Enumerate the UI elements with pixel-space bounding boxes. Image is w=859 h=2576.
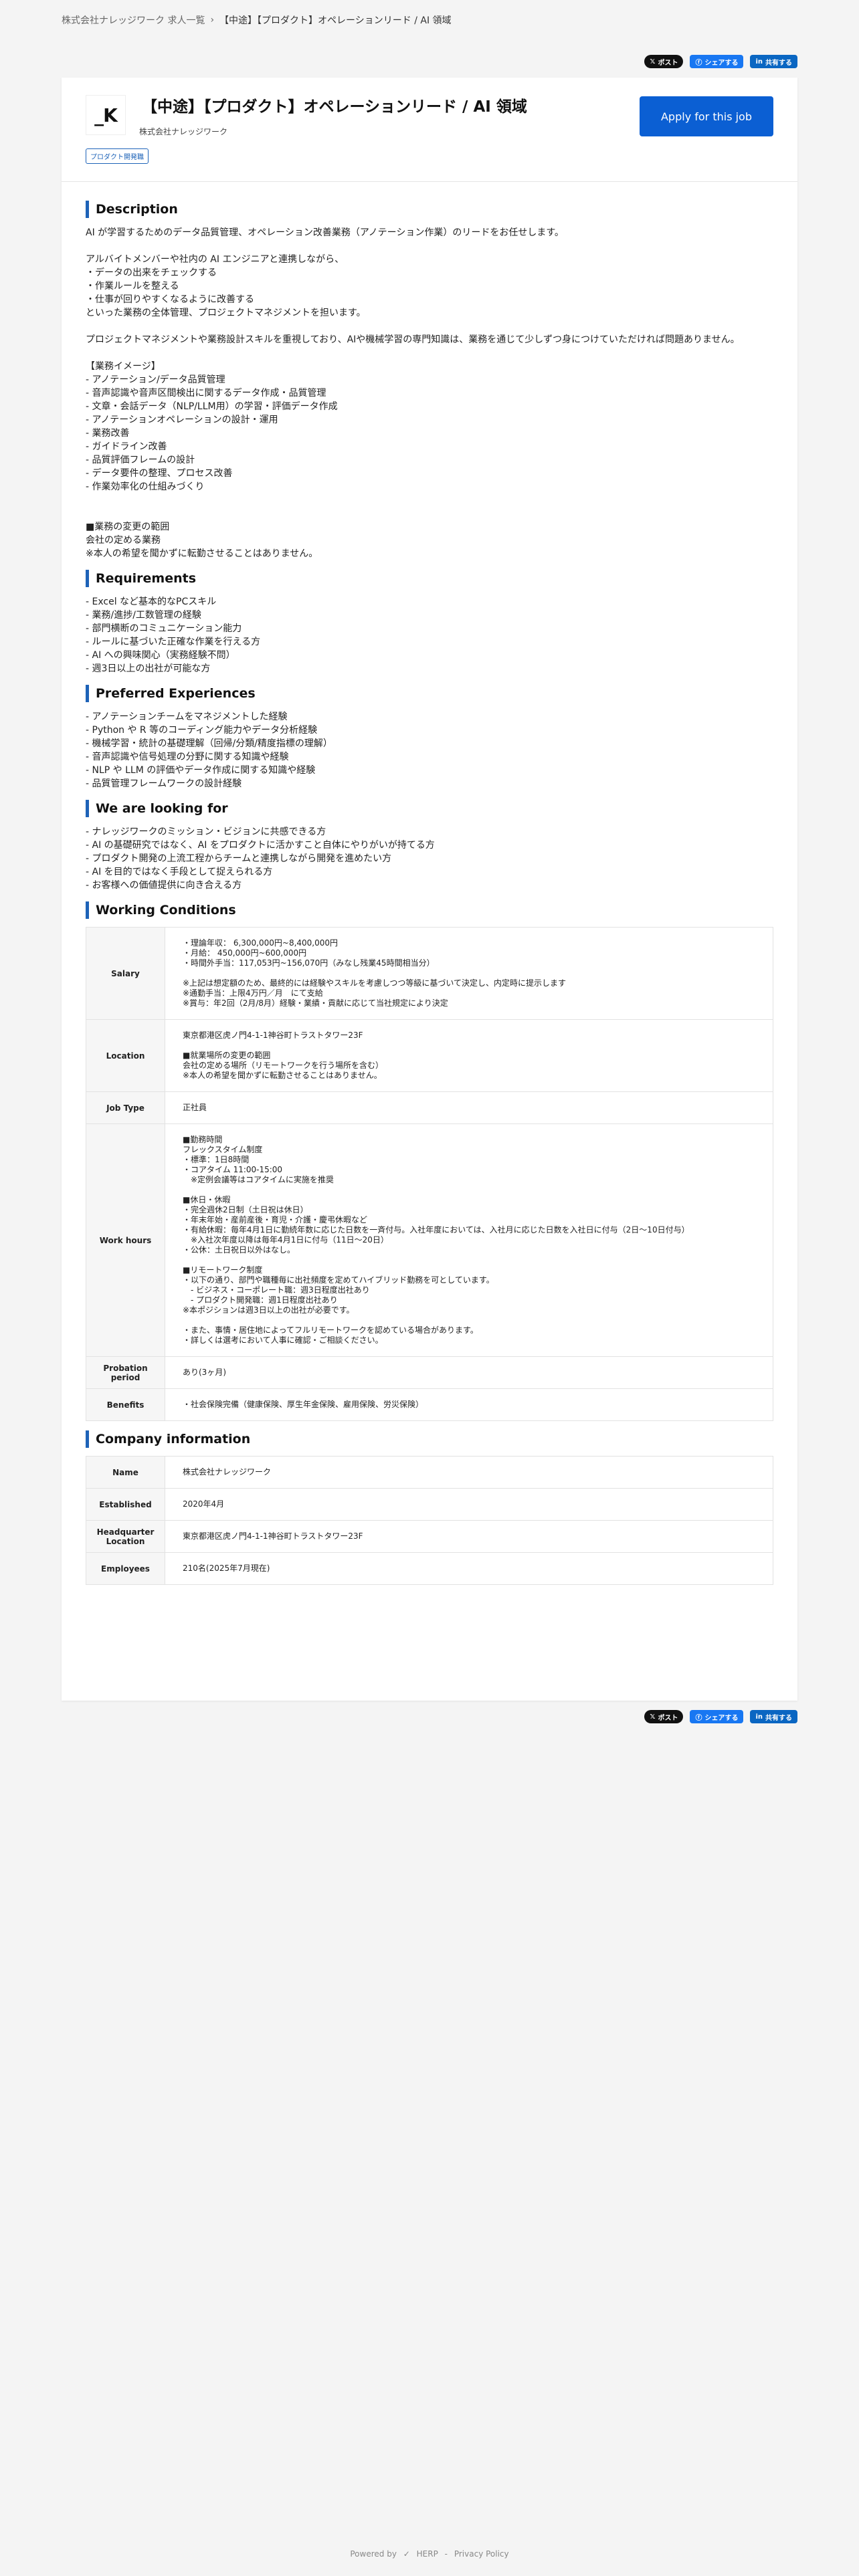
facebook-logo-icon: ⓕ xyxy=(695,59,702,67)
table-row-value: 210名(2025年7月現在) xyxy=(165,1552,773,1585)
company-name: 株式会社ナレッジワーク xyxy=(139,127,228,136)
table-row-label: Name xyxy=(86,1456,165,1489)
job-category-tag[interactable]: プロダクト開発職 xyxy=(86,148,149,164)
preferred-heading: Preferred Experiences xyxy=(86,685,773,702)
table-row-label: Benefits xyxy=(86,1388,165,1421)
linkedin-logo-icon: in xyxy=(755,58,763,66)
description-heading: Description xyxy=(86,201,773,218)
table-row-value: あり(3ヶ月) xyxy=(165,1356,773,1389)
working-conditions-heading: Working Conditions xyxy=(86,901,773,919)
table-row-value: 東京都港区虎ノ門4-1-1神谷町トラストタワー23F xyxy=(165,1520,773,1553)
privacy-policy-link[interactable]: Privacy Policy xyxy=(454,2549,509,2559)
table-row: Location 東京都港区虎ノ門4-1-1神谷町トラストタワー23F ■就業場… xyxy=(86,1019,773,1092)
table-row-label: Location xyxy=(86,1019,165,1092)
facebook-logo-icon: ⓕ xyxy=(695,1714,702,1722)
table-row-value: ・社会保険完備（健康保険、厚生年金保険、雇用保険、労災保険） xyxy=(165,1388,773,1421)
requirements-heading: Requirements xyxy=(86,570,773,587)
table-row: Name 株式会社ナレッジワーク xyxy=(86,1456,773,1489)
job-card: _K 【中途】【プロダクト】オペレーションリード / AI 領域 株式会社ナレッ… xyxy=(62,78,797,1701)
footer-separator: - xyxy=(444,2549,448,2559)
job-body: Description AI が学習するためのデータ品質管理、オペレーション改善… xyxy=(62,182,797,1585)
apply-button[interactable]: Apply for this job xyxy=(640,96,773,136)
herp-logo-icon: ✓ xyxy=(403,2549,410,2559)
table-row-label: Work hours xyxy=(86,1123,165,1357)
company-info-table: Name 株式会社ナレッジワーク Established 2020年4月 Hea… xyxy=(86,1456,773,1585)
description-text: AI が学習するためのデータ品質管理、オペレーション改善業務（アノテーション作業… xyxy=(86,227,740,559)
company-info-heading: Company information xyxy=(86,1430,773,1448)
facebook-share-label: シェアする xyxy=(704,1714,739,1722)
table-row-label: Headquarter Location xyxy=(86,1520,165,1553)
powered-by-text: Powered by xyxy=(350,2549,397,2559)
table-row-value: ■勤務時間 フレックスタイム制度 ・標準：1日8時間 ・コアタイム 11:00-… xyxy=(165,1123,773,1357)
linkedin-share-label: 共有する xyxy=(765,59,792,67)
table-row-value: 株式会社ナレッジワーク xyxy=(165,1456,773,1489)
x-logo-icon: 𝕏 xyxy=(650,58,656,66)
table-row: Job Type 正社員 xyxy=(86,1091,773,1124)
table-row-label: Established xyxy=(86,1488,165,1521)
linkedin-share-button[interactable]: in 共有する xyxy=(750,1710,797,1723)
table-row: Probation period あり(3ヶ月) xyxy=(86,1356,773,1389)
table-row-label: Salary xyxy=(86,927,165,1020)
share-bar-bottom: 𝕏 ポスト ⓕ シェアする in 共有する xyxy=(644,1710,797,1723)
page-footer: Powered by ✓ HERP - Privacy Policy xyxy=(0,2549,859,2559)
x-post-button[interactable]: 𝕏 ポスト xyxy=(644,55,684,68)
chevron-right-icon: › xyxy=(210,15,215,25)
linkedin-share-label: 共有する xyxy=(765,1714,792,1722)
share-bar-top: 𝕏 ポスト ⓕ シェアする in 共有する xyxy=(644,55,797,68)
table-row-value: 2020年4月 xyxy=(165,1488,773,1521)
preferred-text: - アノテーションチームをマネジメントした経験 - Python や R 等のコ… xyxy=(86,712,332,789)
breadcrumb-parent-link[interactable]: 株式会社ナレッジワーク 求人一覧 xyxy=(62,13,205,27)
facebook-share-label: シェアする xyxy=(704,59,739,67)
table-row: Benefits ・社会保険完備（健康保険、厚生年金保険、雇用保険、労災保険） xyxy=(86,1388,773,1421)
table-row: Headquarter Location 東京都港区虎ノ門4-1-1神谷町トラス… xyxy=(86,1520,773,1553)
facebook-share-button[interactable]: ⓕ シェアする xyxy=(690,1710,744,1723)
x-post-label: ポスト xyxy=(658,1714,678,1722)
x-logo-icon: 𝕏 xyxy=(650,1713,656,1721)
looking-for-text: - ナレッジワークのミッション・ビジョンに共感できる方 - AI の基礎研究では… xyxy=(86,827,435,891)
herp-link[interactable]: HERP xyxy=(417,2549,438,2559)
breadcrumb: 株式会社ナレッジワーク 求人一覧 › 【中途】【プロダクト】オペレーションリード… xyxy=(62,13,452,27)
job-header: _K 【中途】【プロダクト】オペレーションリード / AI 領域 株式会社ナレッ… xyxy=(62,78,797,182)
table-row-label: Employees xyxy=(86,1552,165,1585)
table-row: Established 2020年4月 xyxy=(86,1488,773,1521)
page-title: 【中途】【プロダクト】オペレーションリード / AI 領域 xyxy=(142,98,527,116)
table-row-value: 東京都港区虎ノ門4-1-1神谷町トラストタワー23F ■就業場所の変更の範囲 会… xyxy=(165,1019,773,1092)
facebook-share-button[interactable]: ⓕ シェアする xyxy=(690,55,744,68)
looking-for-heading: We are looking for xyxy=(86,800,773,817)
table-row-label: Job Type xyxy=(86,1091,165,1124)
x-post-label: ポスト xyxy=(658,59,678,67)
table-row: Employees 210名(2025年7月現在) xyxy=(86,1552,773,1585)
table-row: Salary ・理論年収： 6,300,000円~8,400,000円 ・月給：… xyxy=(86,927,773,1020)
linkedin-logo-icon: in xyxy=(755,1713,763,1721)
breadcrumb-current: 【中途】【プロダクト】オペレーションリード / AI 領域 xyxy=(219,15,452,26)
table-row: Work hours ■勤務時間 フレックスタイム制度 ・標準：1日8時間 ・コ… xyxy=(86,1123,773,1357)
linkedin-share-button[interactable]: in 共有する xyxy=(750,55,797,68)
table-row-value: 正社員 xyxy=(165,1091,773,1124)
x-post-button[interactable]: 𝕏 ポスト xyxy=(644,1710,684,1723)
company-logo: _K xyxy=(86,95,126,135)
table-row-label: Probation period xyxy=(86,1356,165,1389)
working-conditions-table: Salary ・理論年収： 6,300,000円~8,400,000円 ・月給：… xyxy=(86,927,773,1421)
requirements-text: - Excel など基本的なPCスキル - 業務/進捗/工数管理の経験 - 部門… xyxy=(86,597,261,674)
table-row-value: ・理論年収： 6,300,000円~8,400,000円 ・月給： 450,00… xyxy=(165,927,773,1020)
